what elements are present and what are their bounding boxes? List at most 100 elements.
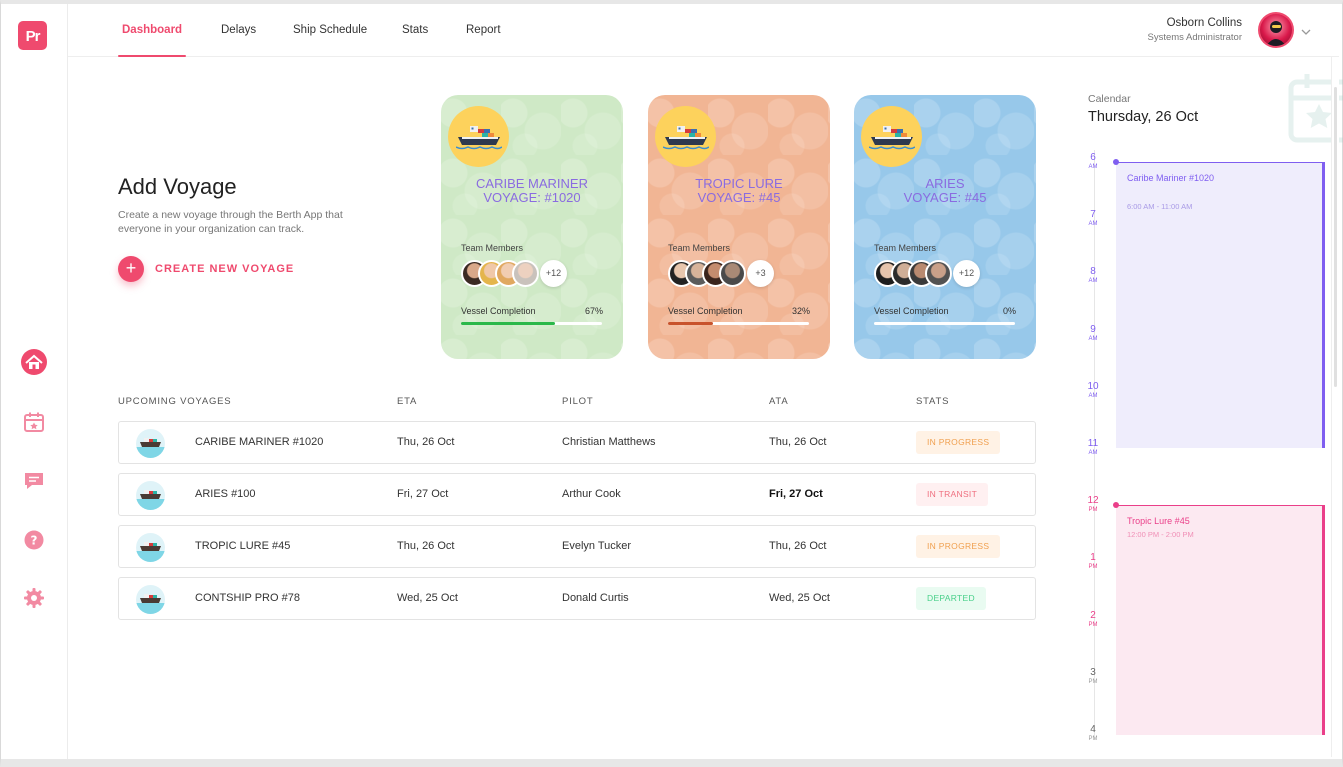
status-badge: IN PROGRESS	[916, 431, 1001, 454]
completion-progress-bar	[461, 322, 602, 325]
status-badge: IN TRANSIT	[916, 483, 989, 506]
calendar-label: Calendar	[1088, 93, 1131, 105]
vessel-completion-label: Vessel Completion	[461, 306, 536, 316]
pilot: Donald Curtis	[562, 592, 629, 604]
ata: Thu, 26 Oct	[769, 436, 827, 448]
status-badge: DEPARTED	[916, 587, 986, 610]
voyage-card[interactable]: CARIBE MARINER VOYAGE: #1020 Team Members…	[441, 95, 623, 359]
user-avatar[interactable]	[1258, 12, 1294, 48]
ata: Wed, 25 Oct	[769, 592, 830, 604]
ship-icon	[861, 106, 922, 167]
voyage-name: ARIES #100	[195, 488, 256, 500]
event-time: 12:00 PM - 2:00 PM	[1127, 530, 1194, 539]
app-logo[interactable]: Pr	[18, 21, 47, 50]
ship-icon	[655, 106, 716, 167]
voyage-name: CARIBE MARINER #1020	[195, 436, 324, 448]
vessel-thumbnail	[136, 585, 165, 614]
add-voyage-description: Create a new voyage through the Berth Ap…	[118, 209, 343, 235]
hour-label: 3 PM	[1088, 666, 1098, 685]
calendar-event[interactable]: Tropic Lure #45 12:00 PM - 2:00 PM	[1113, 502, 1325, 735]
vessel-completion-value: 32%	[791, 306, 810, 316]
scrollbar-thumb[interactable]	[1334, 87, 1337, 387]
pilot: Evelyn Tucker	[562, 540, 632, 552]
vessel-thumbnail	[136, 481, 165, 510]
tab-report[interactable]: Report	[466, 4, 501, 57]
vessel-name: TROPIC LURE VOYAGE: #45	[695, 176, 783, 205]
vessel-completion-label: Vessel Completion	[668, 306, 743, 316]
vessel-name: CARIBE MARINER VOYAGE: #1020	[476, 176, 588, 205]
home-icon[interactable]	[20, 348, 48, 376]
hour-label: 9 AM	[1088, 323, 1098, 342]
hour-label: 11 AM	[1087, 438, 1099, 456]
completion-progress-bar	[668, 322, 809, 325]
tab-stats[interactable]: Stats	[402, 4, 428, 57]
vessel-completion-value: 0%	[1002, 306, 1016, 316]
eta: Wed, 25 Oct	[397, 592, 458, 604]
vessel-name: ARIES VOYAGE: #45	[903, 176, 987, 205]
user-name: Osborn Collins	[1166, 17, 1242, 29]
avatar	[925, 260, 952, 287]
hour-label: 4 PM	[1088, 724, 1098, 742]
table-row[interactable]: TROPIC LURE #45 Thu, 26 Oct Evelyn Tucke…	[118, 525, 1036, 568]
status-badge: IN PROGRESS	[916, 535, 1001, 558]
hour-label: 7 AM	[1088, 209, 1098, 228]
team-members-label: Team Members	[874, 243, 937, 253]
help-icon[interactable]: ?	[20, 526, 48, 554]
voyage-card[interactable]: ARIES VOYAGE: #45 Team Members +12 Vessel…	[854, 95, 1036, 359]
more-members-badge[interactable]: +12	[953, 260, 980, 287]
calendar-icon[interactable]	[20, 408, 48, 436]
eta: Fri, 27 Oct	[397, 488, 449, 500]
plus-icon: +	[118, 256, 144, 282]
hour-label: 10 AM	[1087, 380, 1099, 399]
tab-ship-schedule[interactable]: Ship Schedule	[293, 4, 367, 57]
ship-icon	[448, 106, 509, 167]
voyage-card[interactable]: TROPIC LURE VOYAGE: #45 Team Members +3 V…	[648, 95, 830, 359]
ata: Fri, 27 Oct	[769, 488, 823, 500]
top-navigation: Dashboard Delays Ship Schedule Stats Rep…	[68, 4, 1339, 57]
tab-delays[interactable]: Delays	[221, 4, 256, 57]
hour-label: 6 AM	[1088, 152, 1098, 170]
table-row[interactable]: ARIES #100 Fri, 27 Oct Arthur Cook Fri, …	[118, 473, 1036, 516]
column-header-pilot[interactable]: PILOT	[562, 396, 593, 407]
hour-label: 12 PM	[1087, 495, 1099, 514]
add-voyage-title: Add Voyage	[118, 174, 237, 199]
completion-progress-bar	[874, 322, 1015, 325]
scrollbar[interactable]	[1331, 57, 1339, 757]
voyage-name: CONTSHIP PRO #78	[195, 592, 300, 604]
eta: Thu, 26 Oct	[397, 540, 455, 552]
pilot: Arthur Cook	[562, 488, 621, 500]
calendar-event[interactable]: Caribe Mariner #1020 6:00 AM - 11:00 AM	[1113, 159, 1325, 448]
hour-label: 1 PM	[1088, 552, 1098, 571]
voyage-name: TROPIC LURE #45	[195, 540, 291, 552]
eta: Thu, 26 Oct	[397, 436, 455, 448]
more-members-badge[interactable]: +12	[540, 260, 567, 287]
column-header-stats[interactable]: STATS	[916, 396, 949, 407]
column-header-eta[interactable]: ETA	[397, 396, 417, 407]
vessel-thumbnail	[136, 429, 165, 458]
avatar	[719, 260, 746, 287]
tab-dashboard[interactable]: Dashboard	[117, 4, 187, 57]
team-members-label: Team Members	[461, 243, 524, 253]
hour-label: 2 PM	[1088, 609, 1098, 628]
svg-text:?: ?	[31, 534, 38, 548]
event-title: Tropic Lure #45	[1127, 516, 1190, 526]
chevron-down-icon[interactable]	[1300, 25, 1312, 37]
create-voyage-button[interactable]: + CREATE NEW VOYAGE	[118, 256, 294, 282]
more-members-badge[interactable]: +3	[747, 260, 774, 287]
event-time: 6:00 AM - 11:00 AM	[1127, 202, 1193, 211]
create-voyage-label: CREATE NEW VOYAGE	[155, 263, 295, 275]
table-row[interactable]: CONTSHIP PRO #78 Wed, 25 Oct Donald Curt…	[118, 577, 1036, 620]
progress-fill	[461, 322, 556, 325]
user-role: Systems Administrator	[1147, 32, 1243, 43]
vessel-thumbnail	[136, 533, 165, 562]
table-row[interactable]: CARIBE MARINER #1020 Thu, 26 Oct Christi…	[118, 421, 1036, 464]
event-title: Caribe Mariner #1020	[1127, 173, 1215, 183]
settings-icon[interactable]	[20, 584, 48, 612]
column-header-voyages[interactable]: UPCOMING VOYAGES	[118, 396, 231, 407]
calendar-date: Thursday, 26 Oct	[1088, 109, 1199, 125]
vessel-completion-value: 67%	[584, 306, 603, 316]
column-header-ata[interactable]: ATA	[769, 396, 788, 407]
pilot: Christian Matthews	[562, 436, 656, 448]
team-members-label: Team Members	[668, 243, 731, 253]
chat-icon[interactable]	[20, 467, 48, 495]
